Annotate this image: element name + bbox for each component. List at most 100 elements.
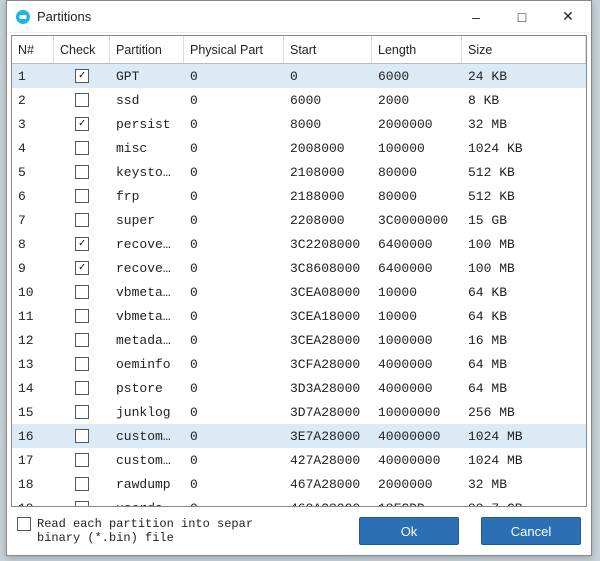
cell-start: 3C8608000 (284, 261, 372, 276)
table-header: N# Check Partition Physical Part Start L… (12, 36, 586, 64)
row-checkbox[interactable] (75, 165, 89, 179)
cell-num: 19 (12, 501, 54, 507)
cell-start: 3E7A28000 (284, 429, 372, 444)
cell-size: 32 MB (462, 117, 586, 132)
col-partition[interactable]: Partition (110, 36, 184, 63)
ok-button[interactable]: Ok (359, 517, 459, 545)
col-start[interactable]: Start (284, 36, 372, 63)
cell-size: 32 MB (462, 477, 586, 492)
cell-length: 80000 (372, 189, 462, 204)
cell-start: 3D7A28000 (284, 405, 372, 420)
table-row[interactable]: 2ssd0600020008 KB (12, 88, 586, 112)
cancel-button[interactable]: Cancel (481, 517, 581, 545)
table-body[interactable]: 1GPT00600024 KB2ssd0600020008 KB3persist… (12, 64, 586, 506)
row-checkbox[interactable] (75, 309, 89, 323)
cell-partition: misc (110, 141, 184, 156)
cell-check (54, 501, 110, 506)
row-checkbox[interactable] (75, 453, 89, 467)
col-num[interactable]: N# (12, 36, 54, 63)
cell-length: 18FCDD… (372, 501, 462, 507)
cell-physical: 0 (184, 381, 284, 396)
row-checkbox[interactable] (75, 501, 89, 506)
cell-physical: 0 (184, 429, 284, 444)
row-checkbox[interactable] (75, 189, 89, 203)
cell-physical: 0 (184, 213, 284, 228)
cell-size: 1024 MB (462, 453, 586, 468)
table-row[interactable]: 6frp0218800080000512 KB (12, 184, 586, 208)
cell-num: 7 (12, 213, 54, 228)
table-row[interactable]: 11vbmeta…03CEA180001000064 KB (12, 304, 586, 328)
minimize-button[interactable]: – (453, 1, 499, 32)
cell-check (54, 213, 110, 227)
maximize-button[interactable]: □ (499, 1, 545, 32)
cell-check (54, 405, 110, 419)
cell-partition: rawdump (110, 477, 184, 492)
cell-num: 14 (12, 381, 54, 396)
cell-physical: 0 (184, 261, 284, 276)
cell-size: 16 MB (462, 333, 586, 348)
cell-partition: keystore (110, 165, 184, 180)
table-row[interactable]: 8recover…03C22080006400000100 MB (12, 232, 586, 256)
cell-partition: metadata (110, 333, 184, 348)
cell-physical: 0 (184, 189, 284, 204)
cell-start: 2208000 (284, 213, 372, 228)
col-size[interactable]: Size (462, 36, 586, 63)
row-checkbox[interactable] (75, 261, 89, 275)
row-checkbox[interactable] (75, 357, 89, 371)
cell-partition: custom_b (110, 453, 184, 468)
row-checkbox[interactable] (75, 93, 89, 107)
table-row[interactable]: 3persist08000200000032 MB (12, 112, 586, 136)
cell-check (54, 357, 110, 371)
row-checkbox[interactable] (75, 285, 89, 299)
row-checkbox[interactable] (75, 429, 89, 443)
cell-start: 2108000 (284, 165, 372, 180)
cell-check (54, 189, 110, 203)
cell-size: 64 KB (462, 309, 586, 324)
cell-physical: 0 (184, 453, 284, 468)
cell-size: 512 KB (462, 189, 586, 204)
cell-start: 8000 (284, 117, 372, 132)
cell-partition: persist (110, 117, 184, 132)
close-button[interactable]: ✕ (545, 1, 591, 32)
table-row[interactable]: 16custom_a03E7A28000400000001024 MB (12, 424, 586, 448)
table-row[interactable]: 4misc020080001000001024 KB (12, 136, 586, 160)
col-check[interactable]: Check (54, 36, 110, 63)
row-checkbox[interactable] (75, 213, 89, 227)
table-row[interactable]: 12metadata03CEA28000100000016 MB (12, 328, 586, 352)
row-checkbox[interactable] (75, 69, 89, 83)
col-physical[interactable]: Physical Part (184, 36, 284, 63)
table-row[interactable]: 14pstore03D3A28000400000064 MB (12, 376, 586, 400)
cell-size: 15 GB (462, 213, 586, 228)
table-row[interactable]: 5keystore0210800080000512 KB (12, 160, 586, 184)
table-row[interactable]: 1GPT00600024 KB (12, 64, 586, 88)
table-row[interactable]: 18rawdump0467A28000200000032 MB (12, 472, 586, 496)
row-checkbox[interactable] (75, 405, 89, 419)
col-length[interactable]: Length (372, 36, 462, 63)
row-checkbox[interactable] (75, 237, 89, 251)
cell-check (54, 237, 110, 251)
partitions-dialog: Partitions – □ ✕ N# Check Partition Phys… (6, 0, 592, 556)
cell-physical: 0 (184, 117, 284, 132)
cell-start: 2188000 (284, 189, 372, 204)
table-row[interactable]: 9recover…03C86080006400000100 MB (12, 256, 586, 280)
table-row[interactable]: 7super022080003C000000015 GB (12, 208, 586, 232)
table-row[interactable]: 15junklog03D7A2800010000000256 MB (12, 400, 586, 424)
separate-bin-checkbox[interactable] (17, 517, 31, 531)
row-checkbox[interactable] (75, 117, 89, 131)
cell-size: 64 MB (462, 357, 586, 372)
table-row[interactable]: 19userdata0469A2800018FCDD…99.7 GB (12, 496, 586, 506)
cell-num: 9 (12, 261, 54, 276)
row-checkbox[interactable] (75, 381, 89, 395)
cell-num: 4 (12, 141, 54, 156)
row-checkbox[interactable] (75, 333, 89, 347)
separate-bin-label: Read each partition into separ binary (*… (37, 517, 253, 545)
row-checkbox[interactable] (75, 141, 89, 155)
cell-partition: vbmeta… (110, 309, 184, 324)
cell-check (54, 117, 110, 131)
row-checkbox[interactable] (75, 477, 89, 491)
table-row[interactable]: 13oeminfo03CFA28000400000064 MB (12, 352, 586, 376)
cell-partition: recover… (110, 261, 184, 276)
table-row[interactable]: 10vbmeta…03CEA080001000064 KB (12, 280, 586, 304)
table-row[interactable]: 17custom_b0427A28000400000001024 MB (12, 448, 586, 472)
cell-start: 3D3A28000 (284, 381, 372, 396)
